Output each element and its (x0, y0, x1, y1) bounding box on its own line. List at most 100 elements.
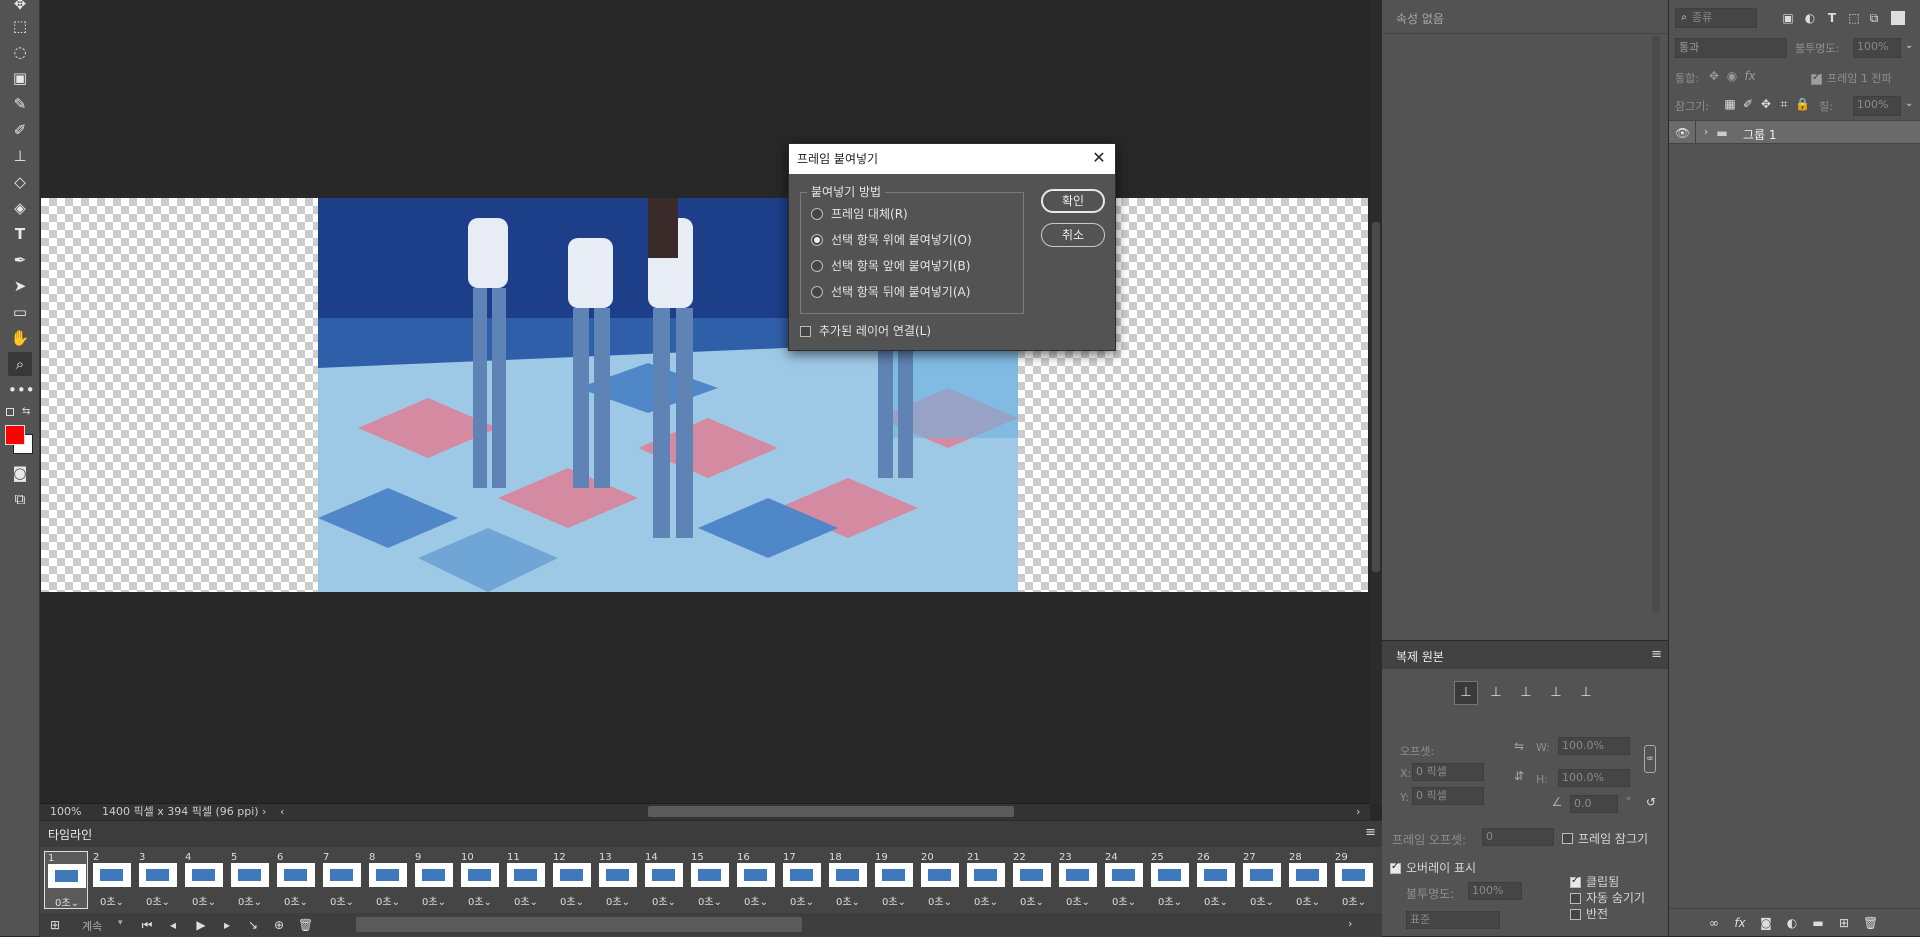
timeline-frame[interactable]: 7 0초⌄ (320, 851, 364, 909)
timeline-frame[interactable]: 3 0초⌄ (136, 851, 180, 909)
more-icon[interactable]: ••• (8, 378, 35, 402)
fill-chevron-icon[interactable]: ⌄ (1905, 98, 1913, 109)
frame-delay[interactable]: 0초⌄ (1240, 893, 1284, 908)
horizontal-scroll-thumb[interactable] (648, 806, 1014, 817)
tween-icon[interactable]: ↘ (246, 918, 260, 932)
filter-type-icon[interactable]: T (1825, 11, 1839, 25)
timeline-scroll-thumb[interactable] (356, 917, 802, 932)
clone-source-4-icon[interactable]: ⊥ (1549, 686, 1563, 700)
paint-bucket-icon[interactable]: ◈ (8, 196, 32, 220)
radio-indicator[interactable] (811, 260, 823, 272)
timeline-frame[interactable]: 10 0초⌄ (458, 851, 502, 909)
timeline-frame[interactable]: 2 0초⌄ (90, 851, 134, 909)
timeline-frame[interactable]: 4 0초⌄ (182, 851, 226, 909)
ok-button[interactable]: 확인 (1041, 189, 1105, 213)
object-select-icon[interactable]: ▣ (8, 66, 32, 90)
width-input[interactable]: 100.0% (1558, 737, 1630, 755)
timeline-frame[interactable]: 24 0초⌄ (1102, 851, 1146, 909)
timeline-frame[interactable]: 27 0초⌄ (1240, 851, 1284, 909)
lock-position-icon[interactable]: ✥ (1759, 97, 1773, 111)
delete-frame-icon[interactable]: 🗑 (298, 918, 313, 932)
blend-mode-select[interactable]: 통과 (1675, 38, 1787, 58)
properties-scrollbar[interactable] (1652, 36, 1660, 612)
frame-delay[interactable]: 0초⌄ (1148, 893, 1192, 908)
timeline-frame[interactable]: 5 0초⌄ (228, 851, 272, 909)
frame-delay[interactable]: 0초⌄ (274, 893, 318, 908)
timeline-frame[interactable]: 13 0초⌄ (596, 851, 640, 909)
show-overlay-checkbox[interactable] (1390, 861, 1401, 875)
angle-input[interactable]: 0.0 (1570, 795, 1618, 813)
unify-visibility-icon[interactable]: ◉ (1725, 69, 1739, 83)
frame-delay[interactable]: 0초⌄ (550, 893, 594, 908)
clone-panel-menu-icon[interactable]: ≡ (1651, 647, 1662, 662)
timeline-frame[interactable]: 16 0초⌄ (734, 851, 778, 909)
radio-indicator[interactable] (811, 208, 823, 220)
frame-delay[interactable]: 0초⌄ (320, 893, 364, 908)
loop-select[interactable]: 계속 (82, 918, 102, 934)
frame-delay[interactable]: 0초⌄ (504, 893, 548, 908)
type-icon[interactable]: T (8, 222, 32, 246)
filter-shape-icon[interactable]: ⬚ (1847, 11, 1861, 25)
lock-transparent-icon[interactable]: ▦ (1723, 97, 1737, 111)
lock-frame-checkbox[interactable] (1562, 831, 1573, 845)
scroll-left-icon[interactable]: ‹ (280, 804, 284, 820)
frame-delay[interactable]: 0초⌄ (918, 893, 962, 908)
auto-hide-checkbox[interactable] (1570, 891, 1581, 905)
clone-source-5-icon[interactable]: ⊥ (1579, 686, 1593, 700)
height-input[interactable]: 100.0% (1558, 769, 1630, 787)
timeline-frame[interactable]: 23 0초⌄ (1056, 851, 1100, 909)
link-icon[interactable]: ∞ (1644, 745, 1656, 773)
reset-transform-icon[interactable]: ↺ (1644, 795, 1658, 809)
frame-delay[interactable]: 0초⌄ (136, 893, 180, 908)
propagate-checkbox[interactable] (1811, 72, 1822, 86)
filter-smart-object-icon[interactable]: ⧉ (1867, 11, 1881, 25)
frame-delay[interactable]: 0초⌄ (964, 893, 1008, 908)
clipped-checkbox[interactable] (1570, 875, 1581, 889)
opacity-chevron-icon[interactable]: ⌄ (1905, 40, 1913, 51)
frame-delay[interactable]: 0초⌄ (1332, 893, 1376, 908)
frame-delay[interactable]: 0초⌄ (826, 893, 870, 908)
layer-name[interactable]: 그룹 1 (1743, 126, 1777, 143)
eraser-icon[interactable]: ◇ (8, 170, 32, 194)
add-mask-icon[interactable]: ◙ (1759, 916, 1773, 930)
clone-source-tab[interactable]: 복제 원본 (1396, 648, 1444, 665)
clone-source-2-icon[interactable]: ⊥ (1489, 686, 1503, 700)
overlay-opacity-input[interactable]: 100% (1468, 882, 1522, 900)
zoom-icon[interactable]: ⌕ (8, 352, 32, 376)
frame-delay[interactable]: 0초⌄ (642, 893, 686, 908)
timeline-frame[interactable]: 1 0초⌄ (44, 851, 88, 909)
lasso-icon[interactable]: ◌ (8, 40, 32, 64)
frame-delay[interactable]: 0초⌄ (182, 893, 226, 908)
frame-delay[interactable]: 0초⌄ (458, 893, 502, 908)
path-select-icon[interactable]: ➤ (8, 274, 32, 298)
offset-y-input[interactable]: 0 픽셀 (1412, 787, 1484, 805)
new-group-icon[interactable]: ▬ (1811, 916, 1825, 930)
overlay-blend-select[interactable]: 표준 (1406, 911, 1500, 929)
frame-delay[interactable]: 0초⌄ (412, 893, 456, 908)
flip-vertical-icon[interactable]: ⇵ (1512, 769, 1526, 783)
link-layers-checkbox[interactable] (800, 324, 811, 338)
layer-opacity-input[interactable]: 100% (1853, 38, 1901, 58)
fx-icon[interactable]: fx (1733, 916, 1747, 930)
close-icon[interactable]: ✕ (1091, 150, 1107, 166)
timeline-frame[interactable]: 9 0초⌄ (412, 851, 456, 909)
timeline-frame[interactable]: 11 0초⌄ (504, 851, 548, 909)
hand-icon[interactable]: ✋ (8, 326, 32, 350)
foreground-color-swatch[interactable] (5, 425, 25, 445)
frame-delay[interactable]: 0초⌄ (1102, 893, 1146, 908)
fill-input[interactable]: 100% (1853, 96, 1901, 116)
radio-indicator[interactable] (811, 234, 823, 246)
timeline-frame[interactable]: 21 0초⌄ (964, 851, 1008, 909)
frame-delay[interactable]: 0초⌄ (596, 893, 640, 908)
timeline-frame[interactable]: 29 0초⌄ (1332, 851, 1376, 909)
filter-toggle-icon[interactable] (1891, 11, 1905, 25)
lock-artboard-icon[interactable]: ⌗ (1777, 97, 1791, 111)
adjustment-layer-icon[interactable]: ◐ (1785, 916, 1799, 930)
marquee-icon[interactable]: ⬚ (8, 14, 32, 38)
visibility-eye-icon[interactable]: 👁 (1675, 126, 1690, 140)
radio-indicator[interactable] (811, 286, 823, 298)
frame-delay[interactable]: 0초⌄ (1286, 893, 1330, 908)
timeline-frame[interactable]: 18 0초⌄ (826, 851, 870, 909)
status-chevron-right-icon[interactable]: › (262, 804, 266, 820)
chevron-down-icon[interactable]: ▾ (118, 918, 123, 928)
